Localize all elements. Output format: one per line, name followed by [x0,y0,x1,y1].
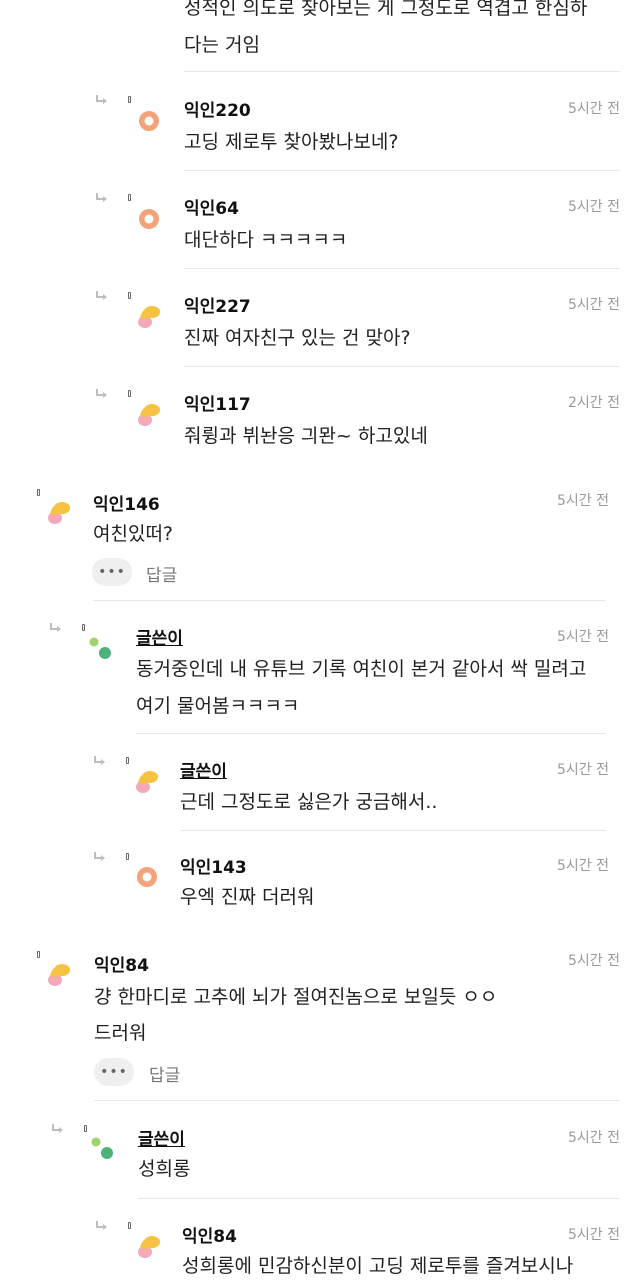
comment-time: 5시간 전 [557,493,609,509]
level-mark-icon [128,96,131,103]
divider [184,71,620,72]
comment-time: 5시간 전 [568,1130,620,1146]
level-mark-icon [82,624,85,631]
yellow-pink-blob-avatar-icon[interactable] [134,400,164,430]
comment-time: 5시간 전 [557,858,609,874]
level-mark-icon [37,951,40,958]
comment-time: 5시간 전 [568,953,620,969]
divider [93,600,606,601]
yellow-pink-blob-avatar-icon[interactable] [134,302,164,332]
comment-author[interactable]: 글쓴이 [138,1125,185,1150]
comment-time: 5시간 전 [557,762,609,778]
yellow-pink-blob-avatar-icon[interactable] [44,498,74,528]
comment-text: 근데 그정도로 싫은가 궁금해서.. [180,791,438,813]
reply-arrow-icon [95,1220,109,1232]
comment-time: 5시간 전 [568,101,620,117]
reply-arrow-icon [95,94,109,106]
comment-text: 대단하다 ㅋㅋㅋㅋㅋ [184,229,348,251]
comment-text: 여친있떠? [93,523,174,545]
comment-text: 우엑 진짜 더러워 [180,886,315,908]
green-dots-avatar-icon[interactable] [86,634,116,664]
yellow-pink-blob-avatar-icon[interactable] [44,960,74,990]
comment-author[interactable]: 글쓴이 [136,624,183,649]
comment-text: 동거중인데 내 유튜브 기록 여친이 본거 같아서 싹 밀려고 [136,658,587,680]
level-mark-icon [126,757,129,764]
divider [180,830,606,831]
green-dots-avatar-icon[interactable] [88,1134,118,1164]
orange-ring-avatar-icon[interactable] [132,862,162,892]
yellow-pink-blob-avatar-icon[interactable] [134,1232,164,1262]
comment-author[interactable]: 익인84 [182,1222,237,1247]
comment-time: 5시간 전 [568,297,620,313]
comment-text: 성적인 의도로 찾아보는 게 그정도로 역겹고 한심하 [184,0,588,19]
more-dots-icon[interactable]: ••• [92,558,132,586]
comment-author[interactable]: 익인146 [93,490,160,515]
reply-button[interactable]: 답글 [149,1061,180,1086]
divider [136,733,606,734]
divider [184,170,620,171]
divider [184,268,620,269]
reply-arrow-icon [93,755,107,767]
comment-time: 5시간 전 [568,1227,620,1243]
level-mark-icon [128,194,131,201]
more-dots-icon[interactable]: ••• [94,1058,134,1086]
comment-time: 5시간 전 [568,199,620,215]
level-mark-icon [37,489,40,496]
comment-text: 다는 거임 [184,34,260,56]
reply-arrow-icon [95,290,109,302]
comment-text: 고딩 제로투 찾아봤나보네? [184,131,399,153]
divider [138,1198,620,1199]
reply-arrow-icon [95,192,109,204]
comment-text: 줘륑과 뷔놘응 긔뫈~ 하고있네 [184,425,428,447]
comment-author[interactable]: 익인220 [184,96,251,121]
comment-author[interactable]: 익인84 [94,951,149,976]
level-mark-icon [128,1222,131,1229]
orange-ring-avatar-icon[interactable] [134,106,164,136]
divider [184,366,620,367]
comment-time: 2시간 전 [568,395,620,411]
yellow-pink-blob-avatar-icon[interactable] [132,767,162,797]
level-mark-icon [128,292,131,299]
level-mark-icon [126,853,129,860]
comment-author[interactable]: 익인143 [180,853,247,878]
comment-text: 여기 물어봄ㅋㅋㅋㅋ [136,695,300,717]
comment-time: 5시간 전 [557,629,609,645]
reply-arrow-icon [51,1123,65,1135]
comment-text: 드러워 [94,1022,147,1044]
comment-text: 걍 한마디로 고추에 뇌가 절여진놈으로 보일듯 ㅇㅇ [94,986,498,1008]
comment-text: 성희롱에 민감하신분이 고딩 제로투를 즐겨보시나 [182,1255,574,1277]
comment-author[interactable]: 익인64 [184,194,239,219]
reply-button[interactable]: 답글 [146,561,177,586]
reply-arrow-icon [93,851,107,863]
comment-author[interactable]: 익인227 [184,292,251,317]
level-mark-icon [128,390,131,397]
comment-text: 진짜 여자친구 있는 건 맞아? [184,327,411,349]
orange-ring-avatar-icon[interactable] [134,204,164,234]
comment-author[interactable]: 글쓴이 [180,757,227,782]
divider [94,1100,620,1101]
level-mark-icon [84,1125,87,1132]
reply-arrow-icon [95,388,109,400]
comment-author[interactable]: 익인117 [184,390,251,415]
comment-text: 성희롱 [138,1158,191,1180]
reply-arrow-icon [49,622,63,634]
